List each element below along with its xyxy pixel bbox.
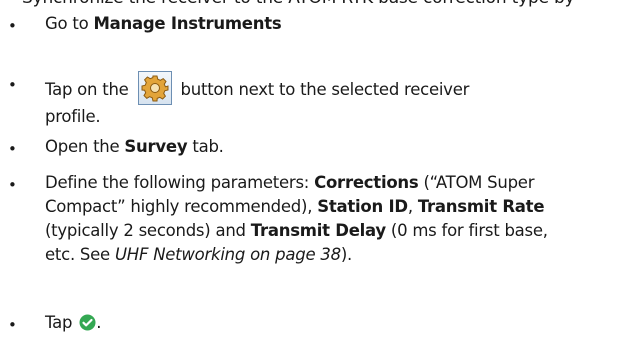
cut-off-text-line: Synchronize the receiver to the ATOM RTK… — [0, 0, 638, 10]
step-go-to-manage-instruments: Go to Manage Instruments — [45, 14, 282, 33]
step-open-survey-tab: Open the Survey tab. — [45, 137, 224, 156]
bullet: • — [8, 316, 17, 334]
cross-reference-link[interactable]: UHF Networking on page 38 — [115, 245, 341, 264]
gear-icon — [141, 75, 169, 102]
bullet: • — [8, 176, 17, 194]
check-circle-icon — [79, 314, 96, 331]
bullet: • — [8, 76, 17, 94]
bullet: • — [8, 17, 17, 35]
step-tap-gear-button: Tap on the button next to the selected r… — [45, 71, 630, 129]
bullet: • — [8, 140, 17, 158]
manage-instruments-label: Manage Instruments — [93, 14, 282, 33]
settings-button[interactable] — [137, 71, 172, 105]
step-define-parameters: Define the following parameters: Correct… — [45, 173, 548, 264]
survey-label: Survey — [124, 137, 188, 156]
step-tap-confirm: Tap . — [45, 313, 102, 332]
